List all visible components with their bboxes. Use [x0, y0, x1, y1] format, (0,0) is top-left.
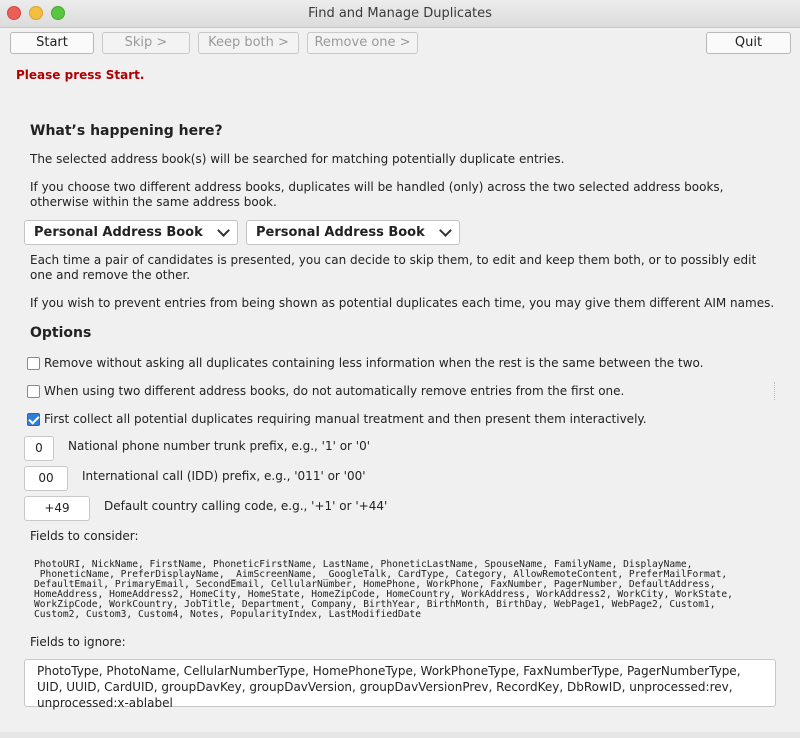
fields-consider-label: Fields to consider: — [30, 529, 139, 543]
fields-ignore-input[interactable]: PhotoType, PhotoName, CellularNumberType… — [24, 659, 776, 710]
remove-less-info-label: Remove without asking all duplicates con… — [44, 356, 704, 370]
remove-one-button[interactable]: Remove one > — [307, 32, 418, 54]
trunk-prefix-input[interactable]: 0 — [24, 436, 54, 461]
remove-less-info-checkbox[interactable] — [27, 357, 40, 370]
explanation-paragraph-2: If you choose two different address book… — [30, 180, 724, 209]
chevron-down-icon — [439, 224, 452, 237]
idd-prefix-input[interactable]: 00 — [24, 466, 68, 491]
collect-first-checkbox[interactable] — [27, 413, 40, 426]
explanation-paragraph-1: The selected address book(s) will be sea… — [30, 152, 565, 166]
address-book-2-value: Personal Address Book — [256, 225, 425, 240]
trunk-prefix-label: National phone number trunk prefix, e.g.… — [68, 439, 371, 453]
quit-button[interactable]: Quit — [706, 32, 791, 54]
explanation-heading: What’s happening here? — [30, 123, 223, 139]
explanation-paragraph-3: Each time a pair of candidates is presen… — [30, 253, 757, 282]
chevron-down-icon — [217, 224, 230, 237]
start-button[interactable]: Start — [10, 32, 94, 54]
explanation-paragraph-4: If you wish to prevent entries from bein… — [30, 296, 775, 310]
resize-handle — [774, 382, 777, 400]
country-code-label: Default country calling code, e.g., '+1'… — [104, 499, 388, 513]
window-bottom-edge — [0, 732, 800, 738]
keep-both-button[interactable]: Keep both > — [198, 32, 299, 54]
address-book-1-value: Personal Address Book — [34, 225, 203, 240]
window-title: Find and Manage Duplicates — [308, 6, 492, 21]
no-auto-remove-first-label: When using two different address books, … — [44, 384, 625, 398]
options-heading: Options — [30, 325, 92, 341]
fields-ignore-label: Fields to ignore: — [30, 635, 126, 649]
title-bar: Find and Manage Duplicates — [0, 0, 800, 28]
address-book-2-select[interactable]: Personal Address Book — [246, 220, 460, 245]
country-code-input[interactable]: +49 — [24, 496, 90, 521]
idd-prefix-label: International call (IDD) prefix, e.g., '… — [82, 469, 366, 483]
collect-first-label: First collect all potential duplicates r… — [44, 412, 647, 426]
address-book-1-select[interactable]: Personal Address Book — [24, 220, 238, 245]
fields-consider-textarea[interactable]: PhotoURI, NickName, FirstName, PhoneticF… — [34, 560, 784, 620]
status-message: Please press Start. — [16, 68, 145, 82]
no-auto-remove-first-checkbox[interactable] — [27, 385, 40, 398]
skip-button[interactable]: Skip > — [102, 32, 190, 54]
